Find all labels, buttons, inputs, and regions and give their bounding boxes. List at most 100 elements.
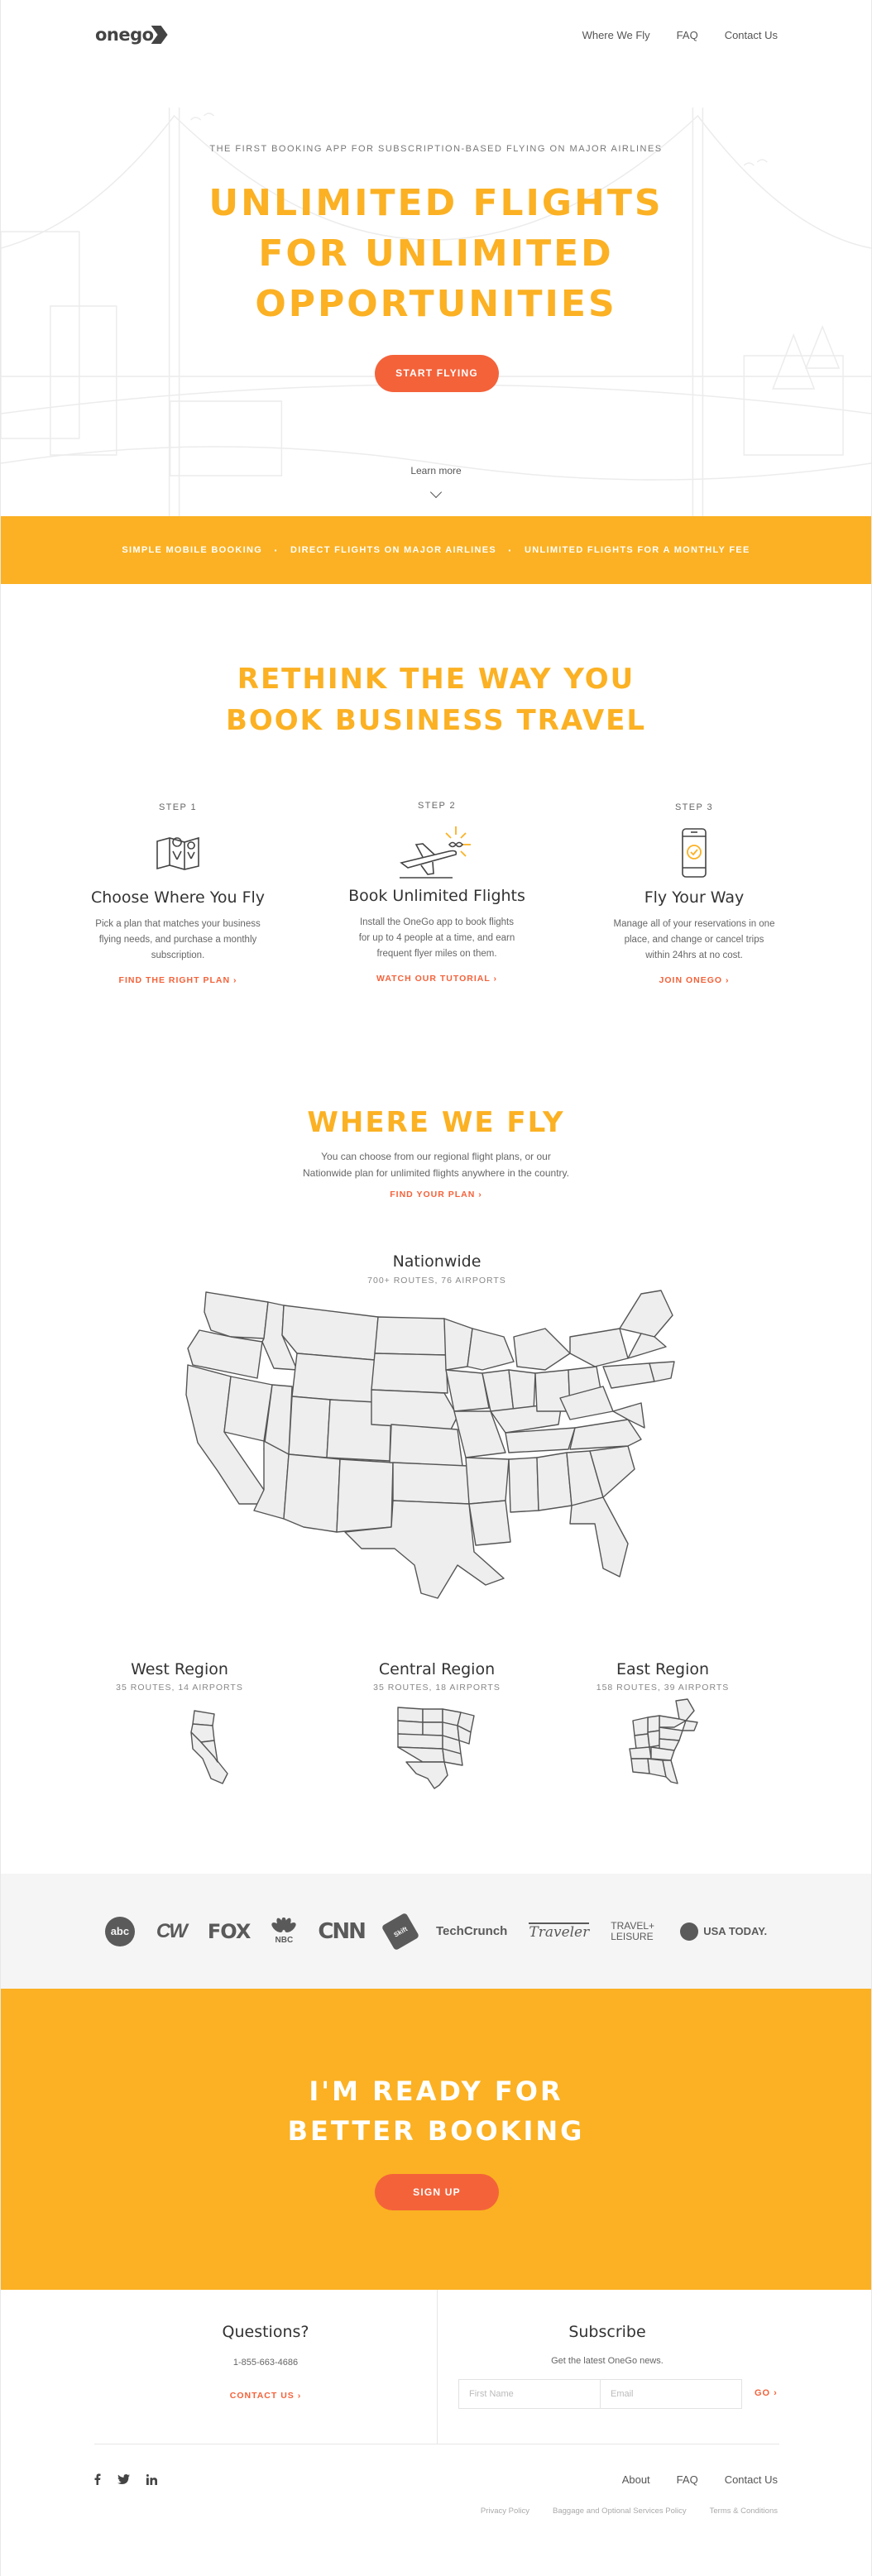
feature-item: UNLIMITED FLIGHTS FOR A MONTHLY FEE xyxy=(524,545,750,555)
footer-divider xyxy=(437,2290,438,2444)
feature-bar: SIMPLE MOBILE BOOKING · DIRECT FLIGHTS O… xyxy=(1,516,871,584)
press-logo-text: CW xyxy=(156,1919,188,1942)
press-logo-text: CNN xyxy=(318,1918,367,1944)
press-logo-text: Traveler xyxy=(529,1923,590,1941)
link-label: FIND YOUR PLAN xyxy=(390,1190,476,1199)
rethink-title: RETHINK THE WAY YOU BOOK BUSINESS TRAVEL xyxy=(1,658,871,741)
usa-today-dot-icon xyxy=(680,1922,699,1941)
step-title: Book Unlimited Flights xyxy=(348,887,525,905)
press-logo-text: Skift xyxy=(392,1924,409,1938)
fox-logo: FOX xyxy=(207,1919,251,1943)
step-label: STEP 3 xyxy=(674,802,714,812)
phone-check-icon xyxy=(587,824,802,882)
where-we-fly-title: WHERE WE FLY xyxy=(307,1106,565,1139)
hero-title: UNLIMITED FLIGHTS FOR UNLIMITED OPPORTUN… xyxy=(1,178,871,329)
signup-cta: I'M READY FOR BETTER BOOKING SIGN UP xyxy=(1,1989,871,2290)
contact-us-link[interactable]: CONTACT US › xyxy=(117,2391,414,2401)
footer-nav: About FAQ Contact Us xyxy=(622,2473,778,2486)
travel-leisure-logo: TRAVEL+ LEISURE xyxy=(611,1919,659,1942)
privacy-policy-link[interactable]: Privacy Policy xyxy=(481,2507,529,2516)
press-logo-text: abc xyxy=(110,1925,130,1937)
cnn-logo: CNN xyxy=(318,1918,367,1944)
press-logo-text: TechCrunch xyxy=(435,1924,508,1938)
terms-link[interactable]: Terms & Conditions xyxy=(710,2507,778,2516)
central-region-title: Central Region xyxy=(378,1660,496,1678)
join-onego-link[interactable]: JOIN ONEGO › xyxy=(659,975,730,985)
phone-number[interactable]: 1-855-663-4686 xyxy=(117,2358,414,2368)
subscribe-title: Subscribe xyxy=(568,2323,646,2341)
learn-more-link[interactable]: Learn more xyxy=(1,465,871,476)
nav-faq[interactable]: FAQ xyxy=(677,29,698,41)
link-label: WATCH OUR TUTORIAL xyxy=(376,974,491,984)
hero-eyebrow: THE FIRST BOOKING APP FOR SUBSCRIPTION-B… xyxy=(209,144,663,154)
logo-text: onego xyxy=(95,25,154,45)
find-your-plan-link[interactable]: FIND YOUR PLAN › xyxy=(1,1190,871,1199)
press-logo-text: NBC xyxy=(275,1936,294,1945)
traveler-logo: Traveler xyxy=(529,1922,590,1941)
subscribe-go-button[interactable]: GO › xyxy=(755,2388,778,2398)
plane-icon xyxy=(329,822,544,880)
step-label: STEP 1 xyxy=(158,802,198,812)
link-label: FIND THE RIGHT PLAN xyxy=(118,975,231,985)
email-field[interactable]: Email xyxy=(600,2379,742,2409)
east-region-subtitle: 158 ROUTES, 39 AIRPORTS xyxy=(596,1683,730,1693)
west-region-map[interactable] xyxy=(186,1707,236,1787)
press-logos: abc CW FOX NBC CNN Skift TechCrunch Trav… xyxy=(1,1874,871,1989)
cw-logo: CW xyxy=(156,1919,188,1943)
separator-dot: · xyxy=(274,543,280,557)
step-3: STEP 3 Fly Your Way Manage all of your r… xyxy=(587,802,802,987)
onego-logo[interactable]: onego xyxy=(95,25,168,45)
first-name-field[interactable]: First Name xyxy=(458,2379,601,2409)
central-region-subtitle: 35 ROUTES, 18 AIRPORTS xyxy=(373,1683,501,1693)
rethink-title-line: BOOK BUSINESS TRAVEL xyxy=(225,704,647,737)
east-region-title: East Region xyxy=(616,1660,710,1678)
footer: Questions? 1-855-663-4686 CONTACT US › S… xyxy=(1,2290,871,2576)
central-region-map[interactable] xyxy=(395,1704,479,1790)
questions-title: Questions? xyxy=(222,2323,309,2341)
facebook-icon[interactable] xyxy=(94,2473,101,2485)
techcrunch-logo: TechCrunch xyxy=(436,1924,507,1938)
east-region-map[interactable] xyxy=(623,1697,702,1787)
sign-up-button[interactable]: SIGN UP xyxy=(375,2174,499,2210)
step-description: Pick a plan that matches your business f… xyxy=(95,919,261,960)
main-nav: Where We Fly FAQ Contact Us xyxy=(556,29,778,41)
page: onego Where We Fly FAQ Contact Us THE FI… xyxy=(0,0,872,2576)
feature-item: SIMPLE MOBILE BOOKING xyxy=(122,545,263,555)
step-label: STEP 2 xyxy=(417,801,457,811)
link-label: JOIN ONEGO xyxy=(659,975,723,985)
press-logo-text: FOX xyxy=(207,1919,251,1943)
nationwide-title: Nationwide xyxy=(392,1252,482,1271)
twitter-icon[interactable] xyxy=(117,2474,130,2484)
hero: onego Where We Fly FAQ Contact Us THE FI… xyxy=(1,0,871,516)
step-2: STEP 2 Book Unlimited Flights Install th… xyxy=(329,801,544,985)
watch-our-tutorial-link[interactable]: WATCH OUR TUTORIAL › xyxy=(376,974,497,984)
description-line: You can choose from our regional flight … xyxy=(321,1151,551,1162)
nationwide-subtitle: 700+ ROUTES, 76 AIRPORTS xyxy=(367,1276,506,1286)
linkedin-icon[interactable] xyxy=(146,2473,157,2485)
separator-dot: · xyxy=(508,543,513,557)
baggage-policy-link[interactable]: Baggage and Optional Services Policy xyxy=(553,2507,687,2516)
step-title: Fly Your Way xyxy=(644,888,745,907)
hero-title-line: FOR UNLIMITED xyxy=(258,232,614,275)
step-1: STEP 1 Choose Where You Fly Pick a plan … xyxy=(70,802,285,987)
start-flying-button[interactable]: START FLYING xyxy=(375,355,499,392)
press-logo-text: TRAVEL+ LEISURE xyxy=(611,1919,655,1942)
nav-where-we-fly[interactable]: Where We Fly xyxy=(582,29,650,41)
find-the-right-plan-link[interactable]: FIND THE RIGHT PLAN › xyxy=(119,975,237,985)
us-map-nationwide[interactable] xyxy=(181,1287,694,1602)
site-header: onego Where We Fly FAQ Contact Us xyxy=(1,0,871,74)
step-description: Install the OneGo app to book flights fo… xyxy=(358,917,515,959)
footer-nav-faq[interactable]: FAQ xyxy=(677,2473,698,2486)
cta-title-line: I'M READY FOR xyxy=(309,2076,563,2107)
step-title: Choose Where You Fly xyxy=(90,888,266,907)
footer-nav-contact-us[interactable]: Contact Us xyxy=(725,2473,778,2486)
press-logo-text: USA TODAY. xyxy=(703,1925,768,1937)
hero-title-line: UNLIMITED FLIGHTS xyxy=(208,182,664,224)
subscribe-text: Get the latest OneGo news. xyxy=(551,2356,664,2366)
go-label: GO xyxy=(755,2388,771,2398)
usa-today-logo: USA TODAY. xyxy=(680,1922,767,1941)
footer-nav-about[interactable]: About xyxy=(622,2473,650,2486)
feature-item: DIRECT FLIGHTS ON MAJOR AIRLINES xyxy=(290,545,497,555)
nav-contact-us[interactable]: Contact Us xyxy=(725,29,778,41)
social-links xyxy=(94,2473,157,2485)
